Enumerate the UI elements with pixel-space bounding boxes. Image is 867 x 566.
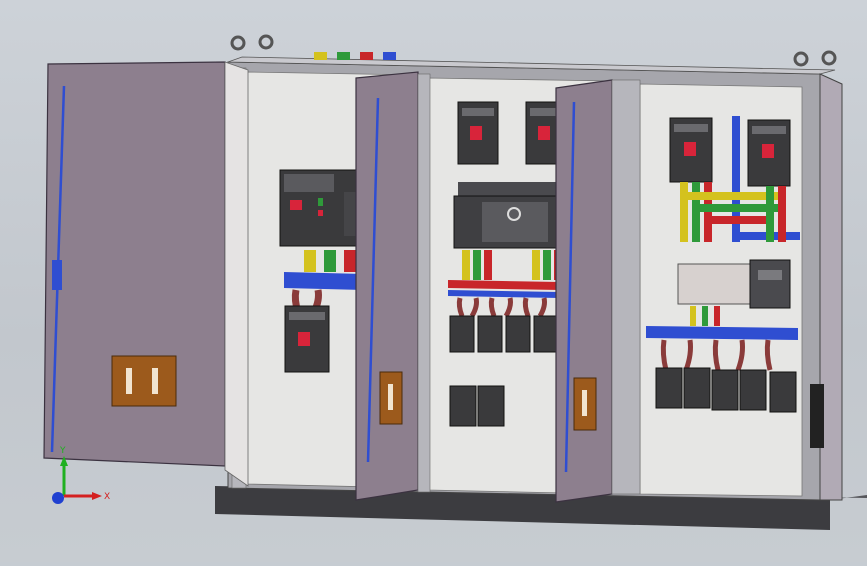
distribution-mccb-1 <box>669 117 713 183</box>
main-air-circuit-breaker <box>279 169 369 247</box>
triad-x-label: X <box>104 492 110 502</box>
cabinet-render: Y X <box>43 34 867 530</box>
source-mccb-1 <box>457 101 499 165</box>
top-terminal-blocks <box>314 52 396 60</box>
outgoing-mccb <box>284 305 330 373</box>
left-cabinet-door[interactable] <box>43 61 249 487</box>
automatic-transfer-switch <box>453 182 565 249</box>
door-handle-left[interactable] <box>111 355 177 407</box>
distribution-breaker-row <box>655 367 797 413</box>
door-handle-center-right[interactable] <box>573 377 597 431</box>
center-right-cabinet-door[interactable] <box>555 79 613 503</box>
triad-y-label: Y <box>59 446 66 456</box>
distribution-section <box>611 79 803 497</box>
door-handle-center-left[interactable] <box>379 371 403 425</box>
center-left-cabinet-door[interactable] <box>355 71 419 501</box>
cad-viewport[interactable]: Y X <box>0 0 867 562</box>
distribution-mccb-2 <box>747 119 791 187</box>
switch-disconnector <box>677 259 791 309</box>
